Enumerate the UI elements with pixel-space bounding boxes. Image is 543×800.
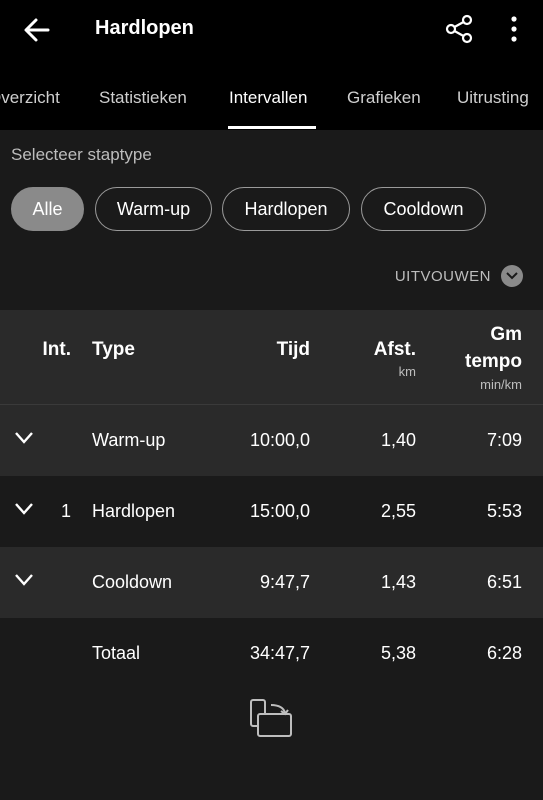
cell-type: Warm-up — [92, 430, 166, 450]
cell-int: 1 — [60, 501, 71, 521]
chevron-down-icon[interactable] — [14, 573, 34, 587]
chip-cooldown[interactable]: Cooldown — [361, 187, 486, 231]
app-bar: Hardlopen — [0, 0, 543, 60]
header-tempo-line1: Gm — [490, 324, 522, 345]
tab-uitrusting[interactable]: Uitrusting — [457, 88, 529, 108]
header-tempo-unit: min/km — [480, 377, 522, 392]
share-icon[interactable] — [444, 14, 474, 44]
header-tijd: Tijd — [276, 339, 310, 360]
header-tempo-line2: tempo — [465, 351, 522, 372]
chevron-down-icon[interactable] — [14, 431, 34, 445]
total-label: Totaal — [92, 643, 141, 663]
tab-statistieken[interactable]: Statistieken — [99, 88, 187, 108]
cell-afst: 1,43 — [380, 572, 416, 592]
chevron-down-icon — [501, 265, 523, 287]
total-afst: 5,38 — [380, 643, 416, 663]
cell-tijd: 15:00,0 — [249, 501, 310, 521]
cell-tijd: 9:47,7 — [259, 572, 310, 592]
step-type-filter: Selecteer staptype Alle Warm-up Hardlope… — [0, 130, 543, 310]
header-int: Int. — [42, 339, 72, 360]
total-tempo: 6:28 — [486, 643, 522, 663]
chip-alle[interactable]: Alle — [11, 187, 84, 231]
tab-bar: Overzicht Statistieken Intervallen Grafi… — [0, 60, 543, 130]
more-vertical-icon[interactable] — [502, 14, 526, 44]
chevron-down-icon[interactable] — [14, 502, 34, 516]
cell-type: Cooldown — [92, 572, 173, 592]
table-header: Int. Type Tijd Afst. km Gm tempo min/km — [0, 310, 543, 405]
table-row[interactable]: Warm-up 10:00,0 1,40 7:09 — [0, 405, 543, 476]
cell-tempo: 5:53 — [486, 501, 522, 521]
tab-grafieken[interactable]: Grafieken — [347, 88, 421, 108]
tab-overzicht[interactable]: Overzicht — [0, 88, 60, 108]
tab-intervallen[interactable]: Intervallen — [229, 88, 307, 108]
cell-tempo: 7:09 — [486, 430, 522, 450]
cell-afst: 1,40 — [380, 430, 416, 450]
total-tijd: 34:47,7 — [249, 643, 310, 663]
screen-rotate-icon[interactable] — [249, 698, 293, 740]
cell-afst: 2,55 — [380, 501, 416, 521]
header-afst: Afst. — [373, 339, 416, 360]
back-arrow-icon[interactable] — [22, 16, 52, 44]
table-row[interactable]: 1 Hardlopen 15:00,0 2,55 5:53 — [0, 476, 543, 547]
header-type: Type — [92, 339, 135, 360]
active-tab-indicator — [228, 126, 316, 129]
chip-hardlopen[interactable]: Hardlopen — [222, 187, 350, 231]
expand-all-button[interactable]: UITVOUWEN — [395, 265, 523, 287]
page-title: Hardlopen — [95, 17, 194, 39]
cell-tijd: 10:00,0 — [249, 430, 310, 450]
expand-label: UITVOUWEN — [394, 267, 491, 285]
filter-label: Selecteer staptype — [11, 145, 152, 164]
header-afst-unit: km — [398, 364, 416, 379]
table-row[interactable]: Cooldown 9:47,7 1,43 6:51 — [0, 547, 543, 618]
cell-type: Hardlopen — [92, 501, 176, 521]
chip-warm-up[interactable]: Warm-up — [95, 187, 212, 231]
cell-tempo: 6:51 — [486, 572, 522, 592]
